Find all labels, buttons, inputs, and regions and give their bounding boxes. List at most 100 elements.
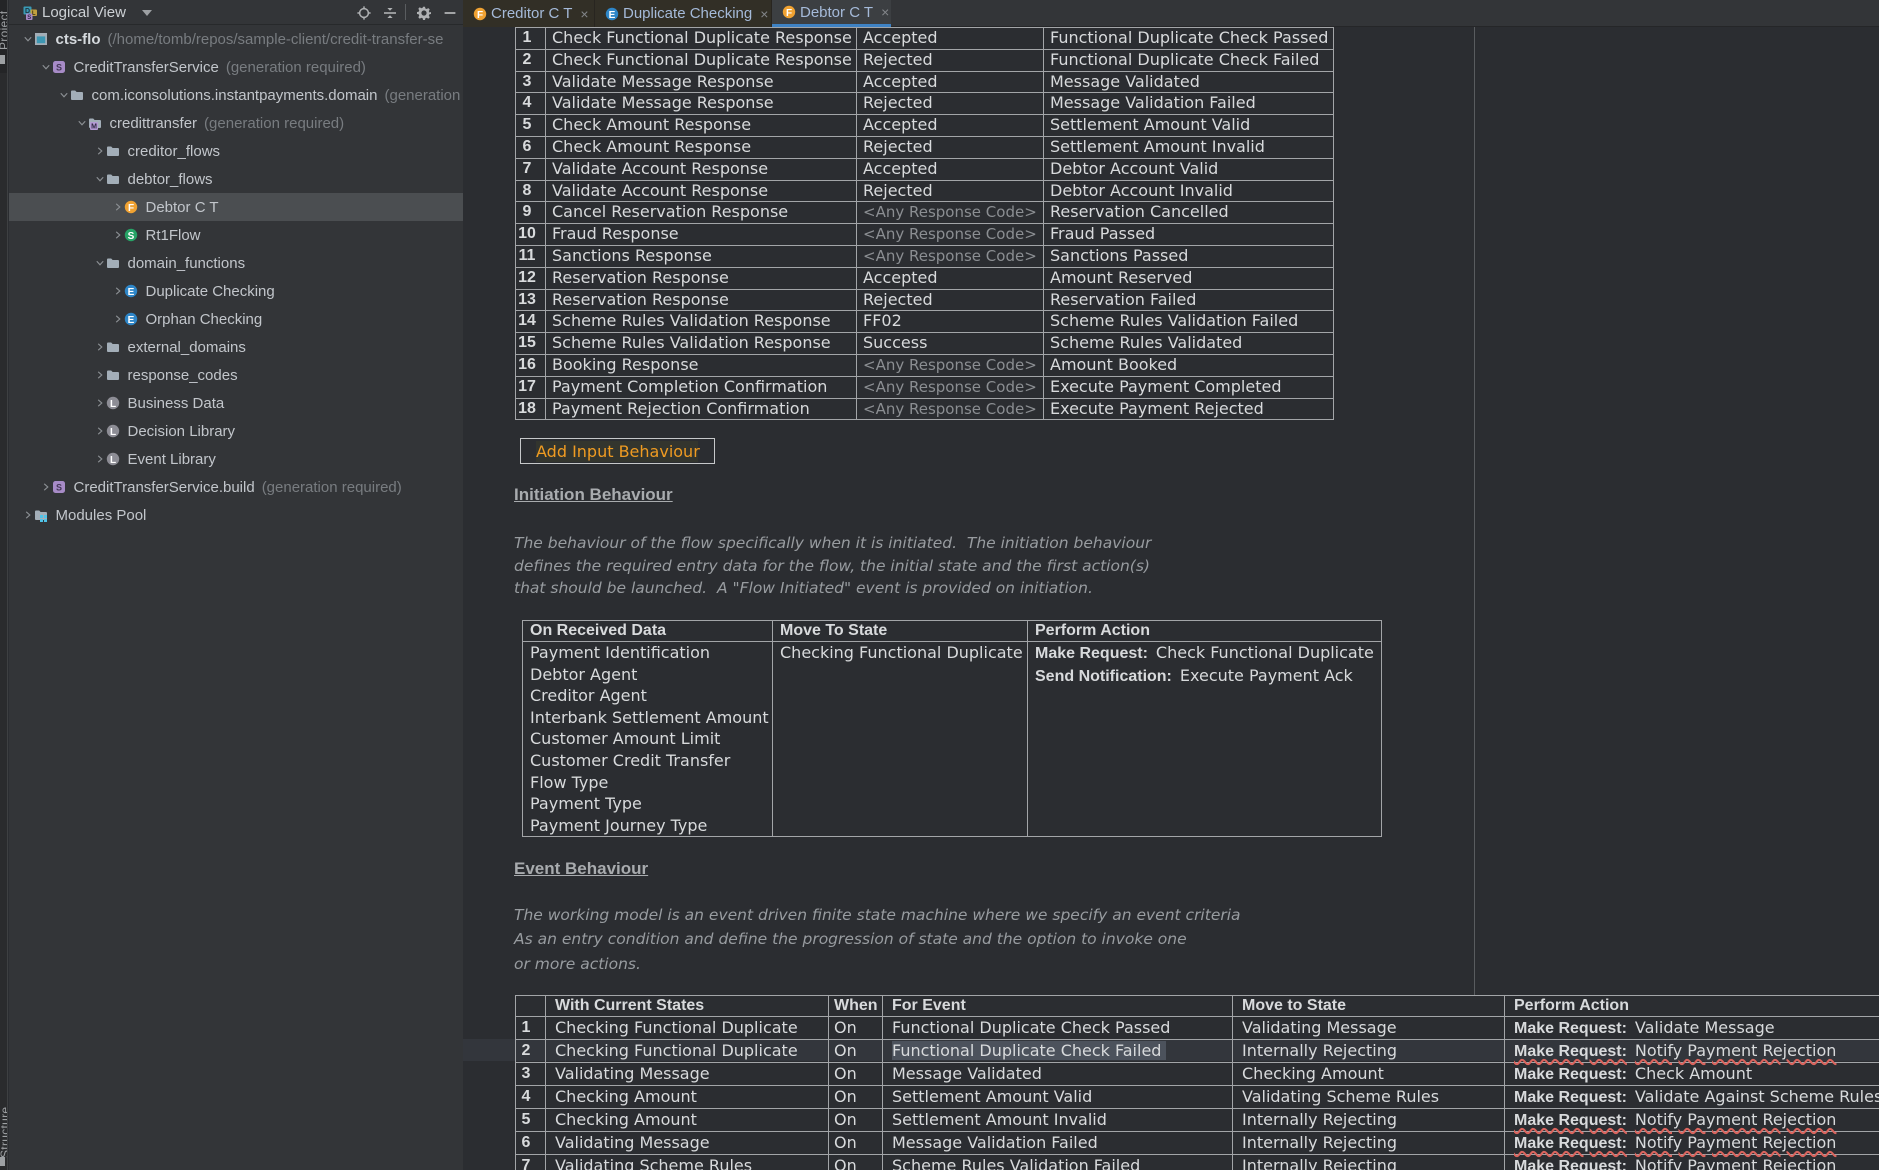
event-behaviour-table: With Current StatesWhenFor EventMove to … <box>515 995 1879 1170</box>
tree-item-decision-library[interactable]: LDecision Library <box>9 417 463 445</box>
event-table-row[interactable]: 7Validating Scheme RulesOnScheme Rules V… <box>516 1155 1879 1170</box>
tree-item-com-iconsolutions-instantpayments-domain[interactable]: com.iconsolutions.instantpayments.domain… <box>9 81 463 109</box>
project-tool-label[interactable]: Project <box>0 11 8 50</box>
tree-item-business-data[interactable]: LBusiness Data <box>9 389 463 417</box>
tree-item-credittransferservice-build[interactable]: SCreditTransferService.build(generation … <box>9 473 463 501</box>
locate-icon[interactable] <box>357 6 371 20</box>
tree-item-debtor-flows[interactable]: debtor_flows <box>9 165 463 193</box>
cell: Validate Message Response <box>546 71 857 93</box>
cell: Accepted <box>857 158 1044 180</box>
tree-item-response-codes[interactable]: response_codes <box>9 361 463 389</box>
tree-item-cts-flo[interactable]: cts-flo(/home/tomb/repos/sample-client/c… <box>9 25 463 53</box>
close-icon[interactable]: × <box>881 5 889 19</box>
chevron-down-icon[interactable] <box>95 256 105 270</box>
input-table-row[interactable]: 8Validate Account ResponseRejectedDebtor… <box>516 180 1334 202</box>
chevron-down-icon[interactable] <box>142 10 152 16</box>
chevron-right-icon[interactable] <box>95 396 105 410</box>
chevron-right-icon[interactable] <box>95 144 105 158</box>
input-table-row[interactable]: 4Validate Message ResponseRejectedMessag… <box>516 93 1334 115</box>
tree-item-orphan-checking[interactable]: EOrphan Checking <box>9 305 463 333</box>
input-table-row[interactable]: 11Sanctions Response<Any Response Code>S… <box>516 245 1334 267</box>
chevron-right-icon[interactable] <box>113 284 123 298</box>
cell: <Any Response Code> <box>857 398 1044 420</box>
chevron-down-icon[interactable] <box>77 116 87 130</box>
chevron-down-icon[interactable] <box>59 88 69 102</box>
add-input-behaviour-button[interactable]: Add Input Behaviour <box>520 438 715 464</box>
input-table-row[interactable]: 13Reservation ResponseRejectedReservatio… <box>516 289 1334 311</box>
input-table-row[interactable]: 18Payment Rejection Confirmation<Any Res… <box>516 398 1334 420</box>
tree-item-label: debtor_flows <box>128 171 213 188</box>
tree-item-credittransfer[interactable]: Mcredittransfer(generation required) <box>9 109 463 137</box>
input-table-row[interactable]: 12Reservation ResponseAcceptedAmount Res… <box>516 267 1334 289</box>
input-table-row[interactable]: 1Check Functional Duplicate ResponseAcce… <box>516 28 1334 50</box>
event-table-row[interactable]: 2Checking Functional DuplicateOnFunction… <box>516 1040 1879 1063</box>
flow-orange-icon: F <box>473 7 487 21</box>
tree-item-external-domains[interactable]: external_domains <box>9 333 463 361</box>
input-table-row[interactable]: 15Scheme Rules Validation ResponseSucces… <box>516 333 1334 355</box>
editor-area: FCreditor C T×EDuplicate Checking× F Debto… <box>463 0 1879 1170</box>
event-table-row[interactable]: 3Validating MessageOnMessage ValidatedCh… <box>516 1063 1879 1086</box>
tree-item-domain-functions[interactable]: domain_functions <box>9 249 463 277</box>
input-table-row[interactable]: 5Check Amount ResponseAcceptedSettlement… <box>516 115 1334 137</box>
cell: On <box>829 1017 883 1040</box>
chevron-right-icon[interactable] <box>23 508 33 522</box>
cell: Accepted <box>857 28 1044 50</box>
chevron-right-icon[interactable] <box>113 228 123 242</box>
chevron-down-icon[interactable] <box>41 60 51 74</box>
action-item: Make Request:Check Functional Duplicate <box>1035 642 1381 665</box>
hide-icon[interactable] <box>443 6 457 20</box>
close-icon[interactable]: × <box>580 7 588 21</box>
tree-item-credittransferservice[interactable]: SCreditTransferService(generation requir… <box>9 53 463 81</box>
tree-item-event-library[interactable]: LEvent Library <box>9 445 463 473</box>
editor-tab-duplicate-checking[interactable]: EDuplicate Checking× <box>595 0 772 27</box>
folder-icon <box>70 88 84 102</box>
event-table-row[interactable]: 1Checking Functional DuplicateOnFunction… <box>516 1017 1879 1040</box>
input-table-row[interactable]: 10Fraud Response<Any Response Code>Fraud… <box>516 224 1334 246</box>
chevron-right-icon[interactable] <box>113 312 123 326</box>
tab-label: Debtor C T <box>800 4 873 21</box>
flow-project-icon <box>34 32 48 46</box>
event-table-row[interactable]: 5Checking AmountOnSettlement Amount Inva… <box>516 1109 1879 1132</box>
structure-tool-label[interactable]: Structure <box>0 1107 8 1158</box>
cell: 2 <box>516 49 546 71</box>
tree-item-debtor-c-t[interactable]: FDebtor C T <box>9 193 463 221</box>
cell: 4 <box>516 1086 546 1109</box>
input-table-row[interactable]: 2Check Functional Duplicate ResponseReje… <box>516 49 1334 71</box>
input-table-row[interactable]: 14Scheme Rules Validation ResponseFF02Sc… <box>516 311 1334 333</box>
cell: <Any Response Code> <box>857 224 1044 246</box>
input-table-row[interactable]: 9Cancel Reservation Response<Any Respons… <box>516 202 1334 224</box>
tree-item-creditor-flows[interactable]: creditor_flows <box>9 137 463 165</box>
input-table-row[interactable]: 3Validate Message ResponseAcceptedMessag… <box>516 71 1334 93</box>
chevron-down-icon[interactable] <box>95 172 105 186</box>
chevron-right-icon[interactable] <box>41 480 51 494</box>
input-table-row[interactable]: 7Validate Account ResponseAcceptedDebtor… <box>516 158 1334 180</box>
cell: Internally Rejecting <box>1233 1155 1505 1170</box>
editor-tab-debtor-c-t[interactable]: FDebtor C T× <box>772 0 891 27</box>
event-table-row[interactable]: 6Validating MessageOnMessage Validation … <box>516 1132 1879 1155</box>
cell: Reservation Response <box>546 289 857 311</box>
tree-item-modules-pool[interactable]: Modules Pool <box>9 501 463 529</box>
cell: Internally Rejecting <box>1233 1109 1505 1132</box>
description-line: that should be launched. A "Flow Initiat… <box>514 577 1151 600</box>
cell: <Any Response Code> <box>857 202 1044 224</box>
settings-icon[interactable] <box>417 6 431 20</box>
input-table-row[interactable]: 6Check Amount ResponseRejectedSettlement… <box>516 136 1334 158</box>
chevron-right-icon[interactable] <box>95 340 105 354</box>
cell: Make Request:Notify Payment Rejection <box>1505 1155 1879 1170</box>
editor-tab-creditor-c-t[interactable]: FCreditor C T× <box>463 0 595 27</box>
input-table-row[interactable]: 16Booking Response<Any Response Code>Amo… <box>516 354 1334 376</box>
chevron-down-icon[interactable] <box>23 32 33 46</box>
tool-window-title[interactable]: Logical View <box>42 4 126 21</box>
action-value: Notify Payment Rejection <box>1627 1041 1837 1060</box>
chevron-right-icon[interactable] <box>95 424 105 438</box>
chevron-right-icon[interactable] <box>113 200 123 214</box>
close-icon[interactable]: × <box>760 7 768 21</box>
chevron-right-icon[interactable] <box>95 452 105 466</box>
collapse-all-icon[interactable] <box>383 6 397 20</box>
input-table-row[interactable]: 17Payment Completion Confirmation<Any Re… <box>516 376 1334 398</box>
chevron-right-icon[interactable] <box>95 368 105 382</box>
event-table-row[interactable]: 4Checking AmountOnSettlement Amount Vali… <box>516 1086 1879 1109</box>
tree-item-duplicate-checking[interactable]: EDuplicate Checking <box>9 277 463 305</box>
tree-item-rt1flow[interactable]: SRt1Flow <box>9 221 463 249</box>
action-value: Validate Against Scheme Rules <box>1627 1087 1879 1106</box>
